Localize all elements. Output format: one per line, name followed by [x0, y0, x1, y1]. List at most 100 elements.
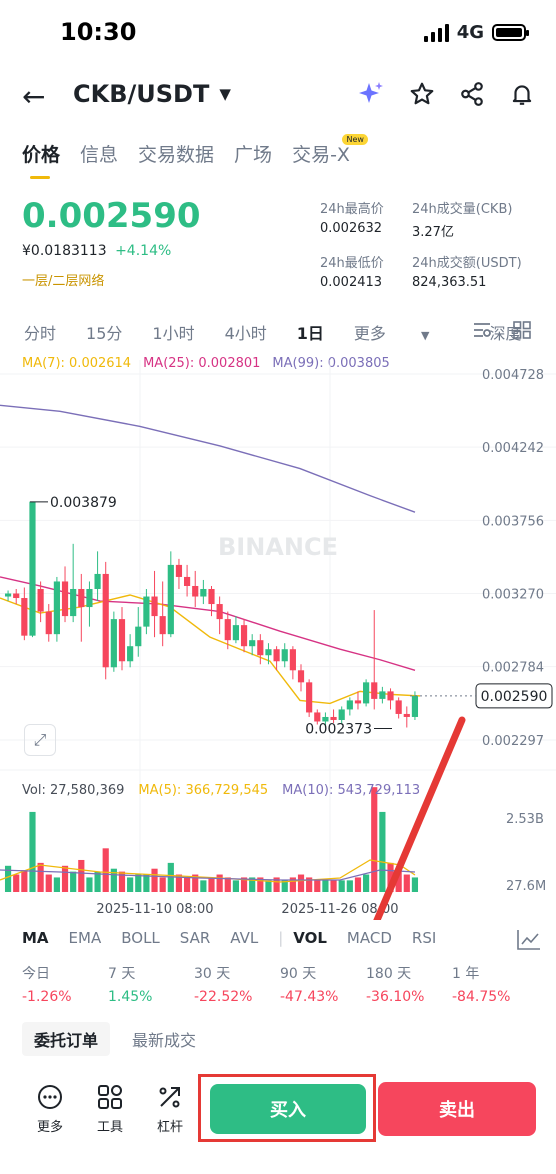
volume-bar — [216, 874, 223, 892]
share-icon[interactable] — [458, 80, 486, 108]
stat-label: 24h最低价 — [320, 256, 384, 271]
candle-body — [61, 581, 69, 617]
stat-label: 24h成交额(USDT) — [412, 256, 522, 271]
candle-body — [159, 616, 166, 635]
candle-body — [135, 626, 142, 647]
vol-ma10: MA(10): 543,729,113 — [282, 783, 421, 798]
interval-1d[interactable]: 1日 — [297, 320, 324, 344]
volume-bar — [135, 874, 142, 892]
star-icon[interactable] — [408, 80, 436, 108]
volume-bar — [403, 874, 410, 892]
candle-body — [273, 649, 280, 662]
interval-1h[interactable]: 1小时 — [152, 320, 194, 344]
indicator-chart-icon[interactable] — [516, 928, 542, 952]
pair-selector[interactable]: CKB/USDT ▼ — [73, 80, 231, 108]
price-sub: ¥0.0183113 +4.14% — [22, 243, 171, 259]
leverage-button[interactable]: 杠杆 — [145, 1084, 195, 1135]
more-label: 更多 — [36, 1120, 63, 1135]
status-indicators: 4G — [423, 22, 529, 43]
back-arrow-icon[interactable]: ← — [22, 80, 45, 113]
grid-layout-icon[interactable] — [512, 320, 532, 340]
signal-icon — [423, 23, 449, 42]
vol-legend: Vol: 27,580,369 MA(5): 366,729,545 MA(10… — [22, 783, 420, 798]
buy-button[interactable]: 买入 — [210, 1084, 366, 1134]
volume-bar — [232, 880, 240, 892]
watermark: BINANCE — [218, 533, 338, 561]
volume-bar — [338, 880, 345, 892]
candle-body — [411, 695, 419, 717]
chart-settings-icon[interactable] — [472, 320, 492, 340]
y-tick-label: 0.004242 — [482, 441, 544, 456]
interval-line[interactable]: 分时 — [24, 320, 56, 344]
ind-rsi[interactable]: RSI — [412, 929, 436, 947]
candle-body — [13, 593, 20, 599]
indicator-tabs: MA EMA BOLL SAR AVL | VOL MACD RSI — [22, 929, 456, 947]
volume-bar — [363, 874, 370, 892]
candle-body — [265, 649, 272, 656]
perf-value: -84.75% — [452, 989, 511, 1005]
price-change: +4.14% — [115, 243, 172, 259]
candle-body — [371, 682, 378, 699]
network-tag[interactable]: 一层/二层网络 — [22, 270, 104, 289]
perf-label: 30 天 — [194, 966, 231, 982]
ind-boll[interactable]: BOLL — [121, 929, 160, 947]
chart-grid — [0, 360, 556, 885]
battery-icon — [492, 24, 529, 41]
interval-more[interactable]: 更多 ▼ — [354, 320, 460, 344]
tab-info[interactable]: 信息 — [80, 140, 118, 167]
candle-body — [53, 581, 60, 635]
perf-value: -36.10% — [366, 989, 425, 1005]
ind-vol[interactable]: VOL — [293, 929, 327, 947]
candle-body — [175, 564, 183, 577]
ind-ma[interactable]: MA — [22, 929, 49, 947]
candle-body — [281, 649, 288, 662]
kline-chart[interactable]: BINANCE 2.53B27.6M2025-11-10 08:00 2025-1… — [0, 360, 556, 920]
perf-value: -47.43% — [280, 989, 339, 1005]
volume-bar — [86, 877, 93, 892]
detail-tabs: 价格 信息 交易数据 广场 交易-X New — [22, 134, 368, 179]
tab-price[interactable]: 价格 — [22, 140, 60, 179]
interval-15m[interactable]: 15分 — [86, 320, 122, 344]
status-time: 10:30 — [60, 18, 137, 46]
volume-bar — [330, 880, 337, 892]
candle-body — [330, 716, 337, 720]
caret-down-icon: ▼ — [219, 85, 231, 103]
ind-sar[interactable]: SAR — [180, 929, 210, 947]
header-actions — [358, 80, 536, 108]
ind-ema[interactable]: EMA — [69, 929, 102, 947]
volume-bar — [322, 880, 329, 892]
fullscreen-expand-icon[interactable]: ⤢ — [24, 724, 56, 756]
candle-body — [403, 713, 410, 717]
candle-body — [192, 585, 199, 597]
tab-trade-x[interactable]: 交易-X New — [292, 134, 368, 167]
tools-button[interactable]: 工具 — [85, 1084, 135, 1135]
ai-sparkle-icon[interactable] — [358, 80, 386, 108]
volume-bar — [354, 877, 362, 892]
candle-body — [297, 670, 305, 683]
price-markers: 0.003879 0.002373 — [30, 495, 392, 738]
tab-open-orders[interactable]: 委托订单 — [22, 1022, 111, 1056]
ind-macd[interactable]: MACD — [347, 929, 392, 947]
volume-bar — [411, 877, 419, 892]
volume-bars: 2.53B27.6M2025-11-10 08:00 2025-11-26 08:… — [0, 787, 546, 917]
network-type: 4G — [456, 22, 484, 43]
volume-bar — [151, 868, 158, 892]
tab-square[interactable]: 广场 — [234, 140, 272, 167]
candle-body — [200, 588, 207, 597]
tab-latest-trades[interactable]: 最新成交 — [120, 1022, 208, 1056]
tab-trading-data[interactable]: 交易数据 — [138, 140, 214, 167]
volume-bar — [208, 877, 215, 892]
volume-bar — [265, 880, 272, 892]
bell-icon[interactable] — [508, 80, 536, 108]
perf-value: -22.52% — [194, 989, 253, 1005]
stat-value: 0.002632 — [320, 221, 383, 236]
ma-lines — [0, 404, 421, 705]
volume-bar — [200, 880, 207, 892]
more-button[interactable]: 更多 — [25, 1084, 75, 1135]
sell-button[interactable]: 卖出 — [378, 1082, 536, 1136]
ind-avl[interactable]: AVL — [230, 929, 258, 947]
perf-label: 今日 — [22, 966, 50, 982]
more-dots-icon — [38, 1085, 62, 1109]
volume-bar — [37, 862, 44, 892]
interval-4h[interactable]: 4小时 — [225, 320, 267, 344]
